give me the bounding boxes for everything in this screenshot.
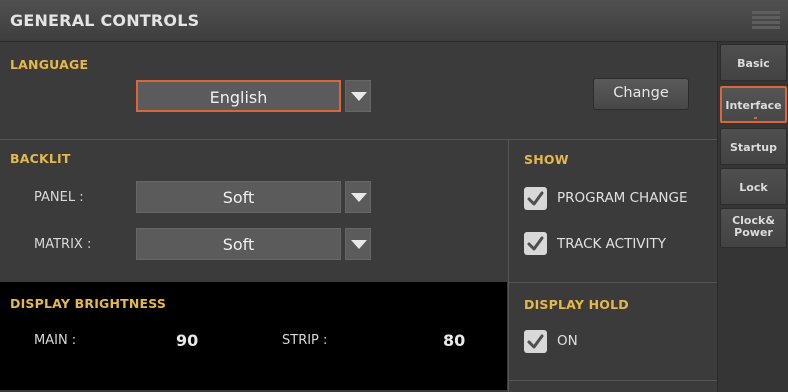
display-hold-section-title: DISPLAY HOLD bbox=[524, 297, 629, 312]
matrix-dropdown-arrow[interactable] bbox=[345, 228, 371, 260]
tab-label: Startup bbox=[730, 141, 777, 154]
divider bbox=[509, 282, 717, 283]
tab-lock[interactable]: Lock bbox=[720, 168, 787, 205]
tab-label-line1: Clock& bbox=[732, 214, 775, 227]
checkmark-icon bbox=[527, 236, 544, 251]
language-value: English bbox=[209, 88, 268, 107]
language-section-title: LANGUAGE bbox=[10, 57, 89, 72]
tab-basic[interactable]: Basic bbox=[720, 44, 787, 81]
program-change-label: PROGRAM CHANGE bbox=[557, 190, 688, 206]
main-brightness-label: MAIN : bbox=[34, 333, 77, 348]
display-brightness-panel: DISPLAY BRIGHTNESS MAIN : 90 STRIP : 80 bbox=[0, 282, 507, 390]
checkmark-icon bbox=[527, 191, 544, 206]
language-dropdown[interactable]: English bbox=[136, 80, 341, 112]
show-section-title: SHOW bbox=[524, 152, 569, 167]
page-header: GENERAL CONTROLS bbox=[0, 0, 788, 42]
tab-interface[interactable]: Interface bbox=[720, 86, 787, 123]
matrix-label: MATRIX : bbox=[34, 237, 92, 252]
hamburger-menu-icon[interactable] bbox=[752, 11, 780, 31]
side-tab-bar: Basic Interface Startup Lock Clock& Powe… bbox=[717, 42, 788, 392]
chevron-down-icon bbox=[351, 92, 367, 101]
tab-startup[interactable]: Startup bbox=[720, 128, 787, 165]
checkmark-icon bbox=[527, 334, 544, 349]
matrix-backlit-value: Soft bbox=[222, 235, 255, 254]
divider bbox=[509, 380, 717, 381]
display-hold-on-checkbox[interactable] bbox=[524, 330, 547, 353]
panel-dropdown-arrow[interactable] bbox=[345, 181, 371, 213]
panel-backlit-value: Soft bbox=[222, 188, 255, 207]
backlit-section-title: BACKLIT bbox=[10, 151, 71, 166]
general-controls-window: GENERAL CONTROLS LANGUAGE English Change… bbox=[0, 0, 788, 392]
tab-label: Lock bbox=[739, 181, 768, 194]
tab-label: Interface bbox=[725, 99, 782, 112]
divider bbox=[0, 139, 717, 140]
tab-label: Basic bbox=[737, 57, 770, 70]
language-dropdown-arrow[interactable] bbox=[345, 80, 371, 112]
tab-label-line2: Power bbox=[734, 226, 773, 239]
chevron-down-icon bbox=[351, 240, 367, 249]
divider bbox=[508, 140, 509, 392]
page-title: GENERAL CONTROLS bbox=[10, 11, 200, 30]
tab-clock-power[interactable]: Clock& Power bbox=[720, 208, 787, 248]
strip-brightness-label: STRIP : bbox=[282, 333, 328, 348]
panel-label: PANEL : bbox=[34, 190, 84, 205]
main-brightness-value[interactable]: 90 bbox=[176, 331, 198, 350]
strip-brightness-value[interactable]: 80 bbox=[443, 331, 465, 350]
change-button[interactable]: Change bbox=[593, 78, 689, 110]
program-change-checkbox[interactable] bbox=[524, 187, 547, 210]
track-activity-label: TRACK ACTIVITY bbox=[557, 236, 667, 252]
display-brightness-section-title: DISPLAY BRIGHTNESS bbox=[10, 296, 167, 311]
display-hold-on-label: ON bbox=[557, 333, 578, 349]
matrix-backlit-dropdown[interactable]: Soft bbox=[136, 228, 341, 260]
active-indicator bbox=[754, 117, 757, 119]
chevron-down-icon bbox=[351, 193, 367, 202]
panel-backlit-dropdown[interactable]: Soft bbox=[136, 181, 341, 213]
track-activity-checkbox[interactable] bbox=[524, 232, 547, 255]
main-panel: LANGUAGE English Change BACKLIT PANEL : … bbox=[0, 42, 717, 392]
